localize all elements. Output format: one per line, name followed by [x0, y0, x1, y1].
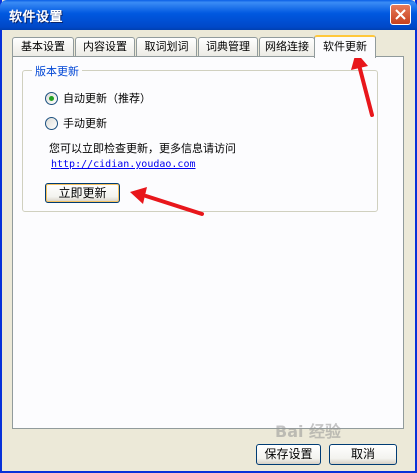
- cancel-button[interactable]: 取消: [329, 444, 397, 465]
- tab-software-update[interactable]: 软件更新: [314, 35, 376, 58]
- save-settings-button[interactable]: 保存设置: [256, 444, 321, 465]
- manual-update-radio[interactable]: [45, 116, 58, 130]
- tab-network[interactable]: 网络连接: [259, 37, 315, 56]
- auto-update-radio[interactable]: [45, 91, 58, 105]
- auto-update-option[interactable]: 自动更新（推荐）: [45, 90, 151, 106]
- title-bar[interactable]: 软件设置: [0, 0, 417, 30]
- website-link[interactable]: http://cidian.youdao.com: [51, 159, 196, 170]
- manual-update-option[interactable]: 手动更新: [45, 115, 107, 131]
- auto-update-label: 自动更新（推荐）: [63, 92, 151, 105]
- manual-update-label: 手动更新: [63, 117, 107, 130]
- tab-content-settings[interactable]: 内容设置: [75, 37, 135, 56]
- close-button[interactable]: [390, 4, 411, 25]
- update-info-text: 您可以立即检查更新，更多信息请访问: [49, 142, 236, 155]
- group-label: 版本更新: [32, 63, 82, 79]
- update-now-button[interactable]: 立即更新: [45, 183, 120, 203]
- tab-dictionary-management[interactable]: 词典管理: [198, 37, 258, 56]
- tab-word-capture[interactable]: 取词划词: [136, 37, 197, 56]
- window-title: 软件设置: [9, 10, 64, 25]
- watermark: Bai 经验: [275, 422, 342, 441]
- tab-basic-settings[interactable]: 基本设置: [12, 37, 74, 56]
- tab-strip: 基本设置 内容设置 取词划词 词典管理 网络连接 软件更新: [12, 35, 402, 58]
- close-icon: [395, 9, 406, 20]
